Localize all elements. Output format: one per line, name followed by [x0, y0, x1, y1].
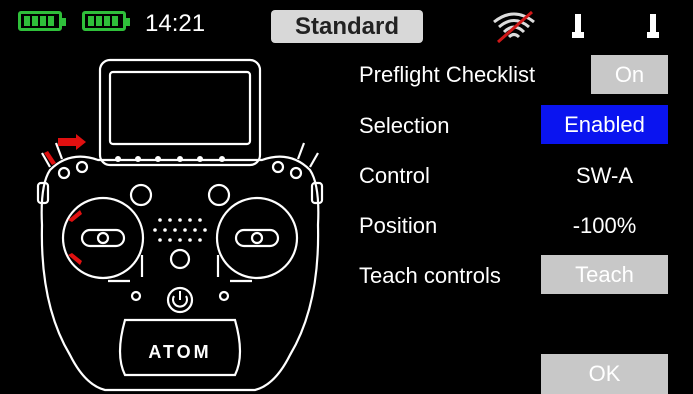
clock: 14:21 [145, 10, 206, 37]
preflight-checklist-label: Preflight Checklist [359, 62, 536, 87]
position-label: Position [359, 213, 438, 238]
teach-button[interactable]: Teach [541, 255, 668, 294]
brand-logo: ATOM [148, 342, 211, 362]
wifi-off-icon[interactable] [490, 8, 538, 44]
transmitter-illustration: ATOM [36, 58, 324, 392]
position-value: -100% [572, 213, 637, 238]
selection-button[interactable]: Enabled [541, 105, 668, 144]
selection-label: Selection [359, 113, 450, 138]
control-label: Control [359, 163, 430, 188]
battery-icon [18, 11, 66, 31]
control-value[interactable]: SW-A [541, 163, 668, 189]
model-name-button[interactable]: Standard [271, 10, 423, 43]
antenna-icon [647, 14, 659, 38]
ok-button[interactable]: OK [541, 354, 668, 394]
teach-controls-label: Teach controls [359, 263, 501, 288]
status-bar: 14:21 Standard [0, 0, 693, 46]
preflight-checklist-toggle[interactable]: On [591, 55, 668, 94]
battery-icon [82, 11, 130, 31]
antenna-icon [572, 14, 584, 38]
